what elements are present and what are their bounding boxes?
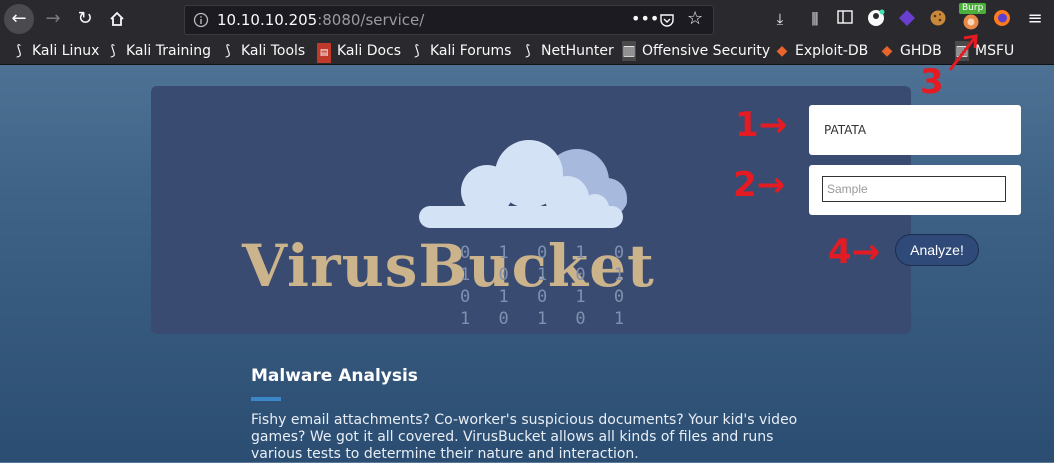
- sidebar-icon[interactable]: [835, 9, 855, 29]
- bookmark-label: Kali Forums: [430, 43, 512, 59]
- offsec-icon: ▥: [622, 41, 636, 61]
- bookmark-label: Kali Tools: [241, 43, 306, 59]
- sample-field-box: [809, 165, 1021, 215]
- exploit-db-icon: ◆: [776, 43, 788, 59]
- annotation-1: 1→: [735, 105, 788, 145]
- star-icon[interactable]: ☆: [687, 8, 703, 29]
- bookmark-offensive-security[interactable]: ▥ Offensive Security: [622, 41, 770, 61]
- name-field[interactable]: PATATA: [809, 105, 1021, 155]
- burp-proxy-icon[interactable]: Burp: [959, 3, 987, 30]
- library-icon[interactable]: ⫼: [805, 9, 825, 29]
- annotation-3: 3: [920, 62, 944, 102]
- download-icon[interactable]: ⤓: [770, 9, 790, 29]
- bookmark-label: GHDB: [900, 43, 942, 59]
- bookmark-kali-forums[interactable]: ⟆ Kali Forums: [410, 41, 511, 61]
- bookmark-label: NetHunter: [541, 43, 614, 59]
- cloud-icon: [419, 140, 627, 228]
- url-path: :8080/service/: [317, 11, 425, 29]
- info-icon: [193, 12, 209, 28]
- extension-gem-icon[interactable]: [897, 9, 917, 29]
- binary-digits: 0 1 0 1 0 1 0 1 0 1 0 1 0 1 0 1 0 1 0 1: [460, 242, 633, 330]
- url-text: 10.10.10.205:8080/service/: [217, 11, 424, 29]
- annotation-3-arrow: [948, 34, 978, 71]
- cookie-icon[interactable]: [928, 9, 948, 29]
- sample-input[interactable]: [822, 176, 1006, 202]
- kali-dragon-icon: ⟆: [414, 43, 420, 59]
- bookmark-label: Kali Training: [126, 43, 211, 59]
- docs-icon: ▤: [317, 43, 331, 63]
- back-button[interactable]: ←: [4, 4, 34, 34]
- bookmark-kali-tools[interactable]: ⟆ Kali Tools: [221, 41, 305, 61]
- url-host: 10.10.10.205: [217, 11, 318, 29]
- name-value: PATATA: [824, 123, 867, 137]
- bookmark-label: Offensive Security: [642, 43, 771, 59]
- binary-line: 1 0 1 0 1: [460, 265, 634, 285]
- bookmark-label: Kali Linux: [32, 43, 100, 59]
- kali-dragon-icon: ⟆: [110, 43, 116, 59]
- bookmark-label: Kali Docs: [337, 43, 402, 59]
- home-button[interactable]: [102, 4, 132, 34]
- firefox-icon[interactable]: [992, 9, 1012, 29]
- kali-dragon-icon: ⟆: [225, 43, 231, 59]
- section-description: Fishy email attachments? Co-worker's sus…: [251, 412, 798, 462]
- reload-icon: ↻: [77, 8, 93, 29]
- binary-line: 1 0 1 0 1: [460, 309, 634, 329]
- bookmark-nethunter[interactable]: ⟆ NetHunter: [521, 41, 614, 61]
- binary-line: 0 1 0 1 0: [460, 287, 634, 307]
- forward-button[interactable]: →: [38, 4, 68, 34]
- account-icon[interactable]: [866, 9, 886, 29]
- arrow-right-icon: →: [45, 8, 61, 29]
- burp-badge: Burp: [959, 3, 987, 14]
- annotation-4: 4→: [828, 232, 881, 272]
- page-actions-icon[interactable]: •••: [631, 9, 659, 28]
- ghdb-icon: ◆: [881, 43, 893, 59]
- browser-toolbar: ← → ↻ 10.10.10.205:8080/service/ ••• ☆ ⤓…: [0, 0, 1054, 38]
- bookmark-label: Exploit-DB: [795, 43, 869, 59]
- bookmark-ghdb[interactable]: ◆ GHDB: [880, 41, 942, 61]
- bookmark-kali-linux[interactable]: ⟆ Kali Linux: [12, 41, 99, 61]
- bookmark-kali-docs[interactable]: ▤ Kali Docs: [317, 41, 402, 63]
- pocket-icon[interactable]: [659, 12, 675, 28]
- menu-icon[interactable]: ≡: [1025, 9, 1045, 29]
- arrow-left-icon: ←: [11, 8, 27, 29]
- analyze-button[interactable]: Analyze!: [895, 234, 979, 266]
- binary-line: 0 1 0 1 0: [460, 243, 634, 263]
- bookmark-kali-training[interactable]: ⟆ Kali Training: [106, 41, 211, 61]
- reload-button[interactable]: ↻: [70, 4, 100, 34]
- home-icon: [110, 11, 124, 26]
- nethunter-icon: ⟆: [525, 43, 531, 59]
- bookmark-exploit-db[interactable]: ◆ Exploit-DB: [775, 41, 869, 61]
- title-underline: [251, 397, 281, 401]
- section-title: Malware Analysis: [251, 366, 418, 386]
- bookmarks-toolbar: ⟆ Kali Linux ⟆ Kali Training ⟆ Kali Tools ▤…: [0, 38, 1054, 65]
- url-bar[interactable]: 10.10.10.205:8080/service/ ••• ☆: [184, 5, 714, 35]
- annotation-2: 2→: [733, 165, 786, 205]
- kali-dragon-icon: ⟆: [16, 43, 22, 59]
